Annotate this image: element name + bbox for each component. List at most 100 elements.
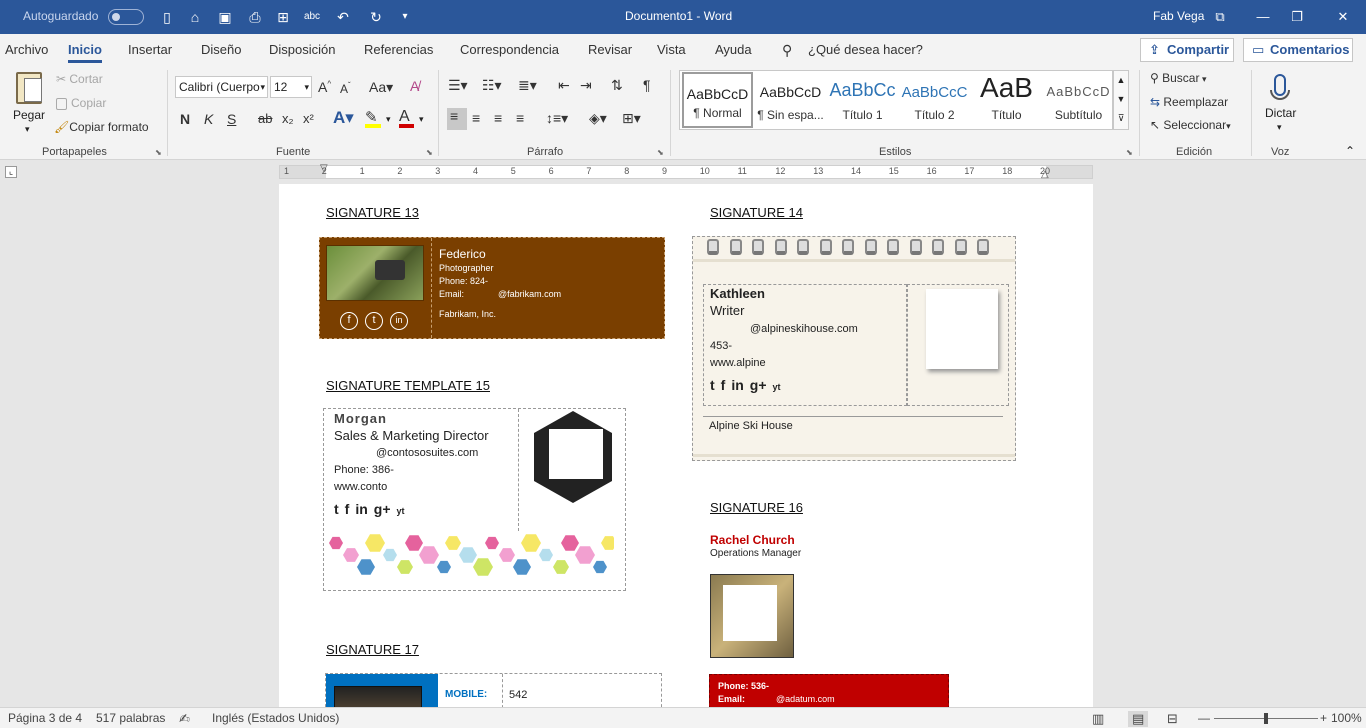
tab-diseno[interactable]: Diseño: [201, 42, 241, 57]
signature-email[interactable]: @contososuites.com: [376, 447, 478, 459]
linkedin-icon[interactable]: in: [731, 377, 743, 393]
twitter-icon[interactable]: t: [365, 312, 387, 330]
more-icon[interactable]: ⊽: [1114, 109, 1128, 128]
signature-email[interactable]: @adatum.com: [776, 694, 835, 704]
dialog-launcher-icon[interactable]: ⬊: [426, 148, 433, 157]
linkedin-icon[interactable]: in: [390, 312, 412, 330]
tab-inicio[interactable]: Inicio: [68, 42, 102, 63]
dictate-button[interactable]: Dictar ▾: [1262, 70, 1300, 140]
zoom-in-icon[interactable]: +: [1320, 711, 1327, 725]
dialog-launcher-icon[interactable]: ⬊: [657, 148, 664, 157]
multilevel-list-icon[interactable]: ≣▾: [518, 77, 537, 94]
twitter-icon[interactable]: t: [334, 501, 339, 517]
change-case-icon[interactable]: Aa▾: [369, 79, 393, 96]
open-folder-icon[interactable]: ⌂: [186, 8, 204, 26]
highlight-icon[interactable]: ✎: [365, 108, 381, 128]
font-name-combo[interactable]: Calibri (Cuerpo ▾: [175, 76, 268, 98]
tab-correspondencia[interactable]: Correspondencia: [460, 42, 559, 57]
autosave-toggle[interactable]: [108, 9, 144, 25]
undo-icon[interactable]: ↶: [334, 8, 352, 26]
find-button[interactable]: ⚲ Buscar ▾: [1150, 71, 1207, 85]
proofing-icon[interactable]: ✍: [179, 711, 190, 727]
google-plus-icon[interactable]: g+: [750, 377, 767, 393]
clear-formatting-icon[interactable]: A̸: [410, 78, 419, 94]
zoom-level[interactable]: 100%: [1331, 711, 1362, 725]
style-subtitle[interactable]: AaBbCcD Subtítulo: [1043, 72, 1114, 128]
save-icon[interactable]: ▣: [216, 8, 234, 26]
italic-button[interactable]: K: [204, 111, 213, 127]
zoom-out-icon[interactable]: —: [1198, 711, 1210, 725]
tab-revisar[interactable]: Revisar: [588, 42, 632, 57]
horizontal-ruler[interactable]: 1 2 1 2 3 4 5 6 7 8 9 10 11 12 13 14 15 16 17 18 20 ▽ △: [279, 163, 1093, 180]
grow-font-icon[interactable]: A^: [318, 79, 331, 95]
align-center-icon[interactable]: ≡: [472, 110, 480, 126]
decrease-indent-icon[interactable]: ⇤: [558, 77, 570, 94]
twitter-icon[interactable]: t: [710, 377, 715, 393]
redo-icon[interactable]: ↻: [367, 8, 385, 26]
text-effects-icon[interactable]: A▾: [333, 108, 354, 128]
signature-email[interactable]: @alpineskihouse.com: [750, 323, 858, 335]
dialog-launcher-icon[interactable]: ⬊: [155, 148, 162, 157]
customize-toolbar-icon[interactable]: ▾: [396, 8, 414, 26]
facebook-icon[interactable]: f: [721, 377, 726, 393]
bullets-icon[interactable]: ☰▾: [448, 77, 468, 94]
font-color-icon[interactable]: A: [399, 108, 414, 128]
align-left-icon[interactable]: ≡: [447, 108, 467, 130]
tab-ayuda[interactable]: Ayuda: [715, 42, 752, 57]
bold-button[interactable]: N: [180, 111, 190, 127]
comments-button[interactable]: ▭ Comentarios: [1243, 38, 1353, 62]
replace-button[interactable]: ⇆ Reemplazar: [1150, 95, 1228, 109]
signature-website[interactable]: www.conto: [334, 481, 387, 493]
print-layout-icon[interactable]: ▤: [1128, 711, 1149, 727]
share-button[interactable]: ⇪ Compartir: [1140, 38, 1234, 62]
youtube-icon[interactable]: yt: [397, 506, 405, 516]
format-painter-button[interactable]: 🖌Copiar formato: [54, 120, 149, 134]
chevron-down-icon[interactable]: ▾: [419, 114, 424, 125]
collapse-ribbon-icon[interactable]: ⌃: [1345, 144, 1355, 158]
style-title[interactable]: AaB Título: [971, 72, 1042, 128]
justify-icon[interactable]: ≡: [516, 110, 524, 126]
strikethrough-button[interactable]: ab: [258, 111, 272, 126]
signature-website[interactable]: www.alpine: [710, 357, 766, 369]
shading-icon[interactable]: ◈▾: [589, 110, 607, 127]
gallery-scroll[interactable]: ▲ ▼ ⊽: [1113, 70, 1129, 130]
tab-insertar[interactable]: Insertar: [128, 42, 172, 57]
copy-button[interactable]: Copiar: [56, 96, 106, 110]
line-spacing-icon[interactable]: ↕≡▾: [546, 110, 568, 127]
show-marks-icon[interactable]: ¶: [643, 77, 651, 93]
align-right-icon[interactable]: ≡: [494, 110, 502, 126]
chevron-up-icon[interactable]: ▲: [1114, 71, 1128, 90]
tab-vista[interactable]: Vista: [657, 42, 686, 57]
restore-icon[interactable]: ❐: [1274, 6, 1320, 28]
cut-button[interactable]: ✂ Cortar: [56, 72, 103, 86]
shrink-font-icon[interactable]: Aˇ: [340, 81, 351, 96]
borders-icon[interactable]: ⊞▾: [622, 110, 641, 127]
youtube-icon[interactable]: yt: [773, 382, 781, 392]
tab-selector[interactable]: ⌞: [5, 166, 17, 178]
tell-me-input[interactable]: ¿Qué desea hacer?: [808, 42, 923, 57]
chevron-down-icon[interactable]: ▼: [1114, 90, 1128, 109]
web-layout-icon[interactable]: ⊟: [1167, 711, 1178, 727]
style-heading-1[interactable]: AaBbCc Título 1: [827, 72, 898, 128]
word-count[interactable]: 517 palabras: [96, 711, 165, 725]
right-indent-marker[interactable]: △: [1041, 169, 1049, 180]
signature-email[interactable]: @fabrikam.com: [498, 289, 561, 299]
paste-button[interactable]: Pegar ▾: [10, 70, 48, 140]
tab-referencias[interactable]: Referencias: [364, 42, 433, 57]
style-heading-2[interactable]: AaBbCcC Título 2: [899, 72, 970, 128]
select-button[interactable]: ↖ Seleccionar▾: [1150, 118, 1231, 132]
sort-icon[interactable]: ⇅: [611, 77, 623, 94]
tab-disposicion[interactable]: Disposición: [269, 42, 335, 57]
chevron-down-icon[interactable]: ▾: [386, 114, 391, 125]
read-mode-icon[interactable]: ▥: [1092, 711, 1104, 727]
google-plus-icon[interactable]: g+: [374, 501, 391, 517]
lightbulb-search-icon[interactable]: ⚲: [782, 42, 792, 59]
font-size-combo[interactable]: 12 ▾: [270, 76, 312, 98]
spelling-icon[interactable]: abc: [303, 8, 321, 26]
linkedin-icon[interactable]: in: [355, 501, 367, 517]
zoom-slider-thumb[interactable]: [1264, 713, 1268, 724]
dialog-launcher-icon[interactable]: ⬊: [1126, 148, 1133, 157]
numbering-icon[interactable]: ☷▾: [482, 77, 502, 94]
language[interactable]: Inglés (Estados Unidos): [212, 711, 339, 725]
close-icon[interactable]: ✕: [1320, 6, 1366, 28]
